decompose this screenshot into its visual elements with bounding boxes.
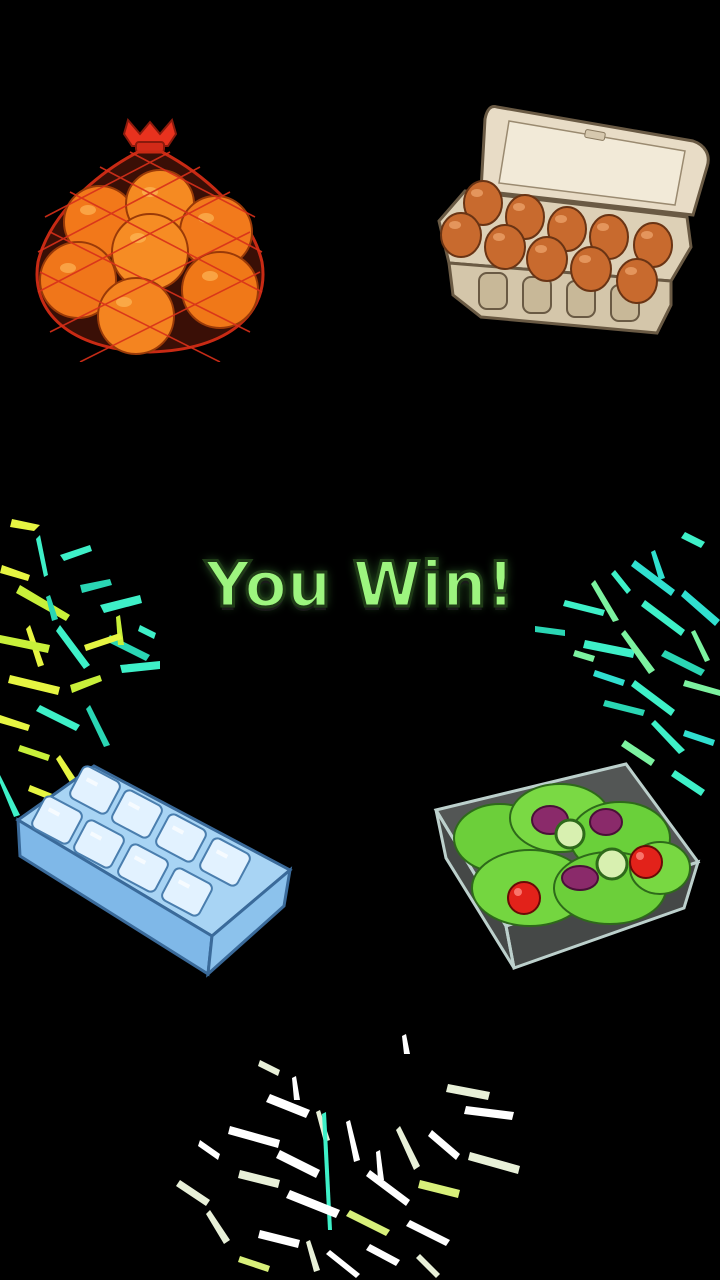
confetti-burst-bottom	[170, 1030, 530, 1280]
salad-box-icon[interactable]	[430, 758, 705, 973]
egg-carton-icon[interactable]	[425, 95, 715, 345]
ice-tray-icon[interactable]	[12, 760, 297, 985]
oranges-bag-icon[interactable]	[30, 112, 270, 362]
game-win-screen: You Win!	[0, 0, 720, 1280]
